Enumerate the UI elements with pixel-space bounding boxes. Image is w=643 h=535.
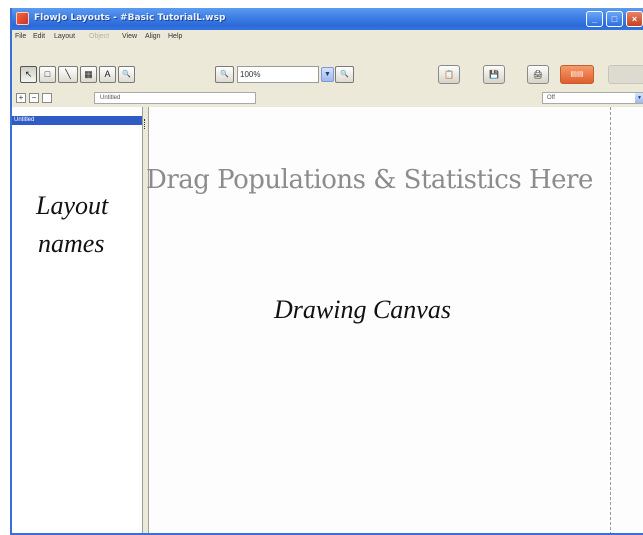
splitter-grip-icon[interactable]: [144, 119, 147, 129]
menu-bar: File Edit Layout Object View Align Help: [12, 30, 643, 45]
select-arrow-icon[interactable]: ↖: [20, 66, 37, 83]
zoom-dropdown-icon[interactable]: ▼: [321, 67, 334, 82]
menu-view[interactable]: View: [122, 33, 137, 40]
close-button[interactable]: ×: [626, 11, 643, 27]
zoom-level-field[interactable]: 100%: [237, 66, 319, 83]
menu-file[interactable]: File: [15, 33, 26, 40]
grid-tool-icon[interactable]: ▦: [80, 66, 97, 83]
layout-row: + − Untitled Off ▼: [12, 89, 643, 107]
disabled-tool-icon: [608, 65, 643, 84]
zoom-out-icon[interactable]: 🔍: [215, 66, 234, 83]
layout-list-item[interactable]: Untitled: [12, 116, 142, 125]
drop-hint-text: Drag Populations & Statistics Here: [146, 165, 593, 195]
remove-layout-button[interactable]: −: [29, 93, 39, 103]
menu-edit[interactable]: Edit: [33, 33, 45, 40]
flowjo-layouts-window: FlowJo Layouts - #Basic TutorialL.wsp _ …: [10, 8, 643, 535]
add-layout-button[interactable]: +: [16, 93, 26, 103]
layout-option-button[interactable]: [42, 93, 52, 103]
layout-names-annotation-line1: Layout: [36, 191, 109, 220]
magnify-tool-icon[interactable]: 🔍: [118, 66, 135, 83]
text-tool-icon[interactable]: A: [99, 66, 116, 83]
menu-object[interactable]: Object: [89, 33, 109, 40]
line-tool-icon[interactable]: ╲: [58, 66, 78, 83]
zoom-in-icon[interactable]: 🔍: [335, 66, 354, 83]
batch-icon[interactable]: ▤▤: [560, 65, 594, 84]
drawing-canvas-annotation: Drawing Canvas: [274, 295, 451, 324]
rectangle-tool-icon[interactable]: □: [39, 66, 56, 83]
print-icon[interactable]: 🖨: [527, 65, 549, 84]
layout-names-annotation-line2: names: [38, 229, 105, 258]
save-icon[interactable]: 💾: [483, 65, 505, 84]
window-title: FlowJo Layouts - #Basic TutorialL.wsp: [34, 13, 226, 23]
page-break-line: [610, 107, 611, 533]
menu-align[interactable]: Align: [145, 33, 161, 40]
toolbar: ↖ □ ╲ ▦ A 🔍 🔍 100% ▼ 🔍 📋 💾 🖨 ▤▤: [12, 45, 643, 89]
title-bar[interactable]: FlowJo Layouts - #Basic TutorialL.wsp _ …: [12, 8, 643, 30]
chevron-down-icon[interactable]: ▼: [635, 93, 643, 103]
off-select-value: Off: [547, 95, 555, 101]
minimize-button[interactable]: _: [586, 11, 603, 27]
layout-names-list: Untitled: [12, 107, 143, 533]
menu-layout[interactable]: Layout: [54, 33, 75, 40]
layout-name-field[interactable]: Untitled: [94, 92, 256, 104]
clipboard-icon[interactable]: 📋: [438, 65, 460, 84]
off-select[interactable]: Off ▼: [542, 92, 643, 104]
menu-help[interactable]: Help: [168, 33, 182, 40]
app-icon: [16, 12, 29, 25]
maximize-button[interactable]: □: [606, 11, 623, 27]
